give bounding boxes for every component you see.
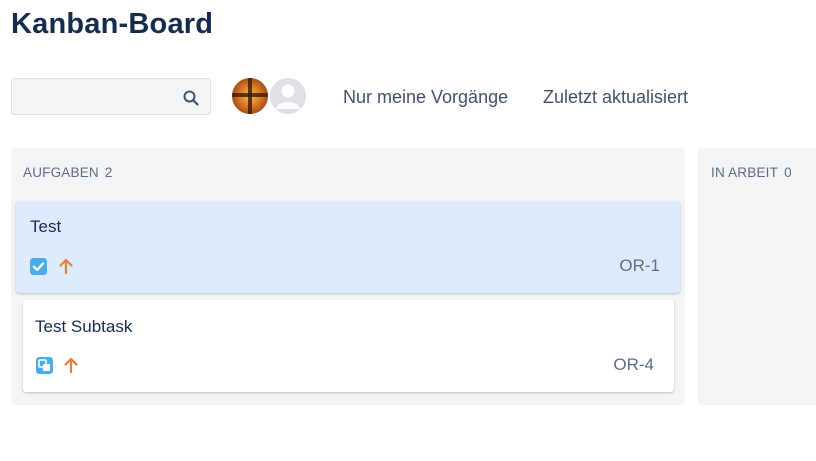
- column-header: IN ARBEIT 0: [711, 165, 792, 180]
- priority-high-arrow-icon: [59, 258, 73, 275]
- card-key[interactable]: OR-4: [613, 355, 654, 375]
- avatar-unassigned[interactable]: [268, 76, 308, 116]
- filter-only-my-issues[interactable]: Nur meine Vorgänge: [343, 87, 508, 108]
- card-or-4[interactable]: Test Subtask OR-4: [23, 300, 674, 392]
- column-count: 2: [104, 165, 113, 180]
- column-name: IN ARBEIT: [711, 165, 779, 180]
- search-icon[interactable]: [182, 89, 200, 107]
- page-title: Kanban-Board: [11, 8, 214, 40]
- search-input[interactable]: [12, 79, 193, 114]
- subtask-icon: [36, 357, 53, 374]
- person-icon: [276, 84, 300, 109]
- column-count: 0: [784, 165, 792, 180]
- card-title: Test: [30, 217, 62, 236]
- search-box[interactable]: [11, 78, 211, 115]
- avatar-image: [232, 78, 268, 114]
- avatar-user[interactable]: [230, 76, 270, 116]
- filter-recently-updated[interactable]: Zuletzt aktualisiert: [543, 87, 688, 108]
- column-in-arbeit: IN ARBEIT 0: [698, 148, 816, 405]
- column-name: AUFGABEN: [23, 165, 99, 180]
- card-title: Test Subtask: [35, 317, 133, 336]
- card-key[interactable]: OR-1: [619, 256, 660, 276]
- column-header: AUFGABEN 2: [23, 165, 113, 180]
- task-checkbox-icon: [30, 258, 47, 275]
- priority-high-arrow-icon: [64, 357, 78, 374]
- card-or-1[interactable]: Test OR-1: [16, 201, 680, 293]
- column-aufgaben: AUFGABEN 2 Test OR-1 Test Subtask OR-4: [11, 148, 685, 405]
